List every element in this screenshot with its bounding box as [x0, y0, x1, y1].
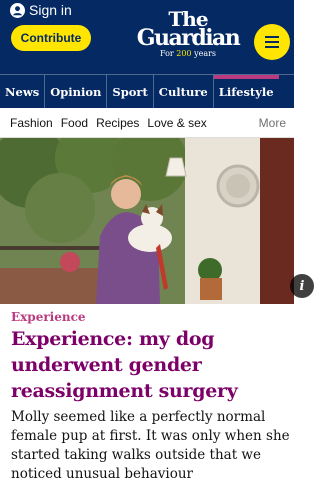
image-info-button[interactable]: i — [290, 274, 314, 298]
tagline-suffix: years — [191, 49, 217, 58]
sub-nav: Fashion Food Recipes Love & sex More — [0, 108, 294, 138]
hamburger-icon-bar — [265, 36, 279, 38]
tagline-prefix: For — [159, 49, 177, 58]
article-kicker[interactable]: Experience — [11, 310, 86, 324]
menu-button[interactable] — [254, 24, 290, 60]
pillar-nav: News Opinion Sport Culture Lifestyle — [0, 74, 294, 108]
tagline-years: 200 — [176, 49, 192, 58]
subnav-item-recipes[interactable]: Recipes — [96, 116, 139, 130]
sign-in-link[interactable]: Sign in — [10, 2, 72, 18]
logo-guardian: Guardian — [136, 25, 241, 51]
pillar-opinion[interactable]: Opinion — [45, 75, 108, 108]
hamburger-icon-bar — [265, 46, 279, 48]
article-header: Experience Experience: my dog underwent … — [0, 304, 294, 500]
article-headline: Experience: my dog underwent gender reas… — [11, 328, 238, 402]
hero-image — [0, 138, 294, 304]
subnav-item-food[interactable]: Food — [61, 116, 88, 130]
sign-in-label: Sign in — [29, 2, 72, 18]
pillar-lifestyle[interactable]: Lifestyle — [213, 75, 279, 108]
guardian-logo[interactable]: The Guardian For 200 years — [128, 9, 248, 59]
user-icon — [10, 2, 25, 18]
pillar-culture[interactable]: Culture — [154, 75, 214, 108]
pillar-sport[interactable]: Sport — [107, 75, 154, 108]
hamburger-icon-bar — [265, 41, 279, 43]
pillar-news[interactable]: News — [0, 75, 46, 108]
site-header: Sign in Contribute The Guardian For 200 … — [0, 0, 294, 74]
subnav-item-fashion[interactable]: Fashion — [10, 116, 53, 130]
article-standfirst: Molly seemed like a perfectly normal fem… — [11, 409, 290, 482]
subnav-more-link[interactable]: More — [259, 116, 286, 130]
subnav-item-love-sex[interactable]: Love & sex — [147, 116, 206, 130]
contribute-button[interactable]: Contribute — [11, 25, 91, 51]
